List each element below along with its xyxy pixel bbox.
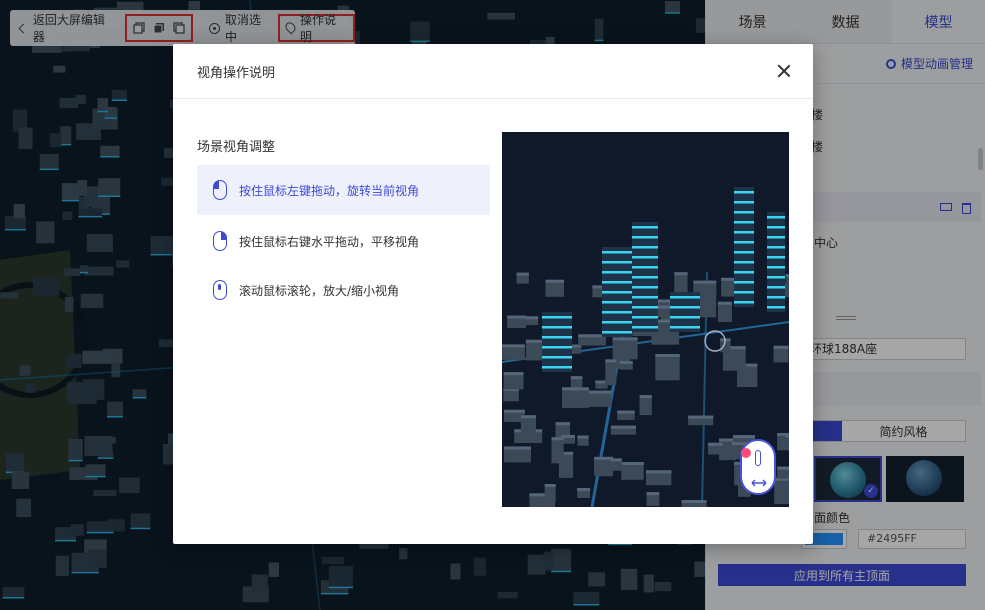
dialog-header: 视角操作说明: [173, 44, 813, 99]
mouse-wheel-icon: [213, 280, 227, 300]
close-icon[interactable]: [777, 64, 791, 78]
help-item-label: 按住鼠标左键拖动，旋转当前视角: [239, 183, 420, 198]
dialog-title: 视角操作说明: [197, 65, 276, 81]
help-item-pan[interactable]: 按住鼠标右键水平拖动，平移视角: [197, 216, 490, 266]
mouse-left-icon: [213, 180, 227, 200]
mouse-right-icon: [213, 231, 227, 251]
help-item-rotate[interactable]: 按住鼠标左键拖动，旋转当前视角: [197, 165, 490, 215]
help-dialog: 视角操作说明 场景视角调整 按住鼠标左键拖动，旋转当前视角 按住鼠标右键水平拖动…: [173, 44, 813, 544]
section-title: 场景视角调整: [197, 140, 276, 155]
mouse-drag-icon: [740, 439, 776, 495]
help-item-zoom[interactable]: 滚动鼠标滚轮，放大/缩小视角: [197, 265, 490, 315]
preview-animation: [502, 132, 789, 507]
help-item-label: 按住鼠标右键水平拖动，平移视角: [239, 234, 420, 249]
help-item-label: 滚动鼠标滚轮，放大/缩小视角: [239, 283, 400, 298]
